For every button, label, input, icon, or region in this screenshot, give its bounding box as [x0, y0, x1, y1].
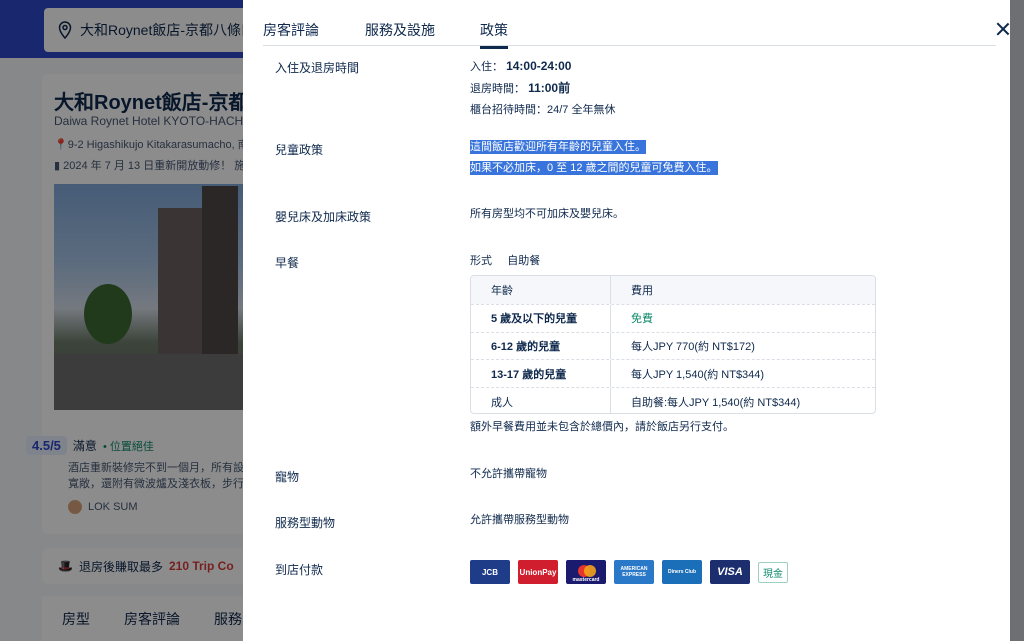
mastercard-circle-orange [584, 565, 596, 577]
checkout-time: 11:00前 [528, 81, 571, 95]
children-values: 這間飯店歡迎所有年齡的兒童入住。 如果不必加床，0 至 12 歲之間的兒童可免費… [470, 137, 718, 179]
pets-value: 不允許攜帶寵物 [470, 468, 547, 480]
row-age: 13-17 歲的兒童 [471, 360, 611, 388]
row-age: 5 歲及以下的兒童 [471, 304, 611, 332]
service-animals-label: 服務型動物 [275, 516, 336, 530]
table-row: 13-17 歲的兒童 每人JPY 1,540(約 NT$344) [471, 359, 875, 388]
checkin-prefix: 入住： [470, 61, 503, 73]
visa-card-icon: VISA [710, 560, 750, 584]
breakfast-type-label: 形式 [470, 255, 492, 267]
service-animals-value: 允許攜帶服務型動物 [470, 514, 569, 526]
checkin-time: 14:00-24:00 [506, 59, 572, 73]
row-age: 成人 [471, 388, 611, 413]
children-line-1: 這間飯店歡迎所有年齡的兒童入住。 [470, 140, 646, 154]
pets-label: 寵物 [275, 470, 300, 484]
tab-policy[interactable]: 政策 [480, 20, 508, 49]
tab-facilities[interactable]: 服務及設施 [365, 20, 435, 40]
row-fee: 免費 [631, 313, 653, 326]
diners-text: Diners Club [667, 569, 697, 575]
amex-card-icon: AMERICAN EXPRESS [614, 560, 654, 584]
unionpay-card-icon: UnionPay [518, 560, 558, 584]
row-fee: 自助餐:每人JPY 1,540(約 NT$344) [631, 396, 801, 409]
table-row: 成人 自助餐:每人JPY 1,540(約 NT$344) [471, 387, 875, 413]
checkin-label: 入住及退房時間 [275, 61, 360, 75]
diners-card-icon: Diners Club [662, 560, 702, 584]
breakfast-table: 年齡 費用 5 歲及以下的兒童 免費 6-12 歲的兒童 每人JPY 770(約… [470, 275, 876, 414]
tab-reviews[interactable]: 房客評論 [263, 20, 319, 40]
breakfast-type-value: 自助餐 [507, 255, 541, 267]
row-fee: 每人JPY 1,540(約 NT$344) [631, 368, 765, 381]
children-line-2: 如果不必加床，0 至 12 歲之間的兒童可免費入住。 [470, 161, 718, 175]
checkout-prefix: 退房時間： [470, 83, 525, 95]
table-row: 5 歲及以下的兒童 免費 [471, 303, 875, 332]
children-label: 兒童政策 [275, 143, 324, 157]
policy-modal: 房客評論 服務及設施 政策 入住及退房時間 入住： 14:00-24:00 退房… [243, 0, 1010, 641]
row-fee: 每人JPY 770(約 NT$172) [631, 340, 755, 353]
mastercard-text: mastercard [572, 577, 600, 583]
breakfast-type: 形式 自助餐 [470, 251, 540, 272]
modal-tabs: 房客評論 服務及設施 政策 [263, 0, 996, 49]
cash-badge: 現金 [758, 561, 788, 583]
mastercard-card-icon: mastercard [566, 560, 606, 584]
amex-text: AMERICAN EXPRESS [620, 566, 648, 578]
payment-methods: JCB UnionPay mastercard AMERICAN EXPRESS… [470, 560, 788, 584]
table-row: 6-12 歲的兒童 每人JPY 770(約 NT$172) [471, 331, 875, 360]
breakfast-label: 早餐 [275, 256, 300, 270]
breakfast-note: 額外早餐費用並未包含於總價內，請於飯店另行支付。 [470, 421, 734, 433]
close-icon[interactable] [994, 20, 1010, 38]
row-age: 6-12 歲的兒童 [471, 332, 611, 360]
scrollbar[interactable] [1010, 0, 1024, 641]
crib-value: 所有房型均不可加床及嬰兒床。 [470, 208, 624, 220]
crib-label: 嬰兒床及加床政策 [275, 210, 372, 224]
payment-label: 到店付款 [275, 563, 324, 577]
table-header: 年齡 費用 [471, 276, 875, 304]
jcb-card-icon: JCB [470, 560, 510, 584]
frontdesk-hours: 櫃台招待時間：24/7 全年無休 [470, 104, 616, 116]
header-fee: 費用 [631, 284, 653, 297]
checkin-values: 入住： 14:00-24:00 退房時間： 11:00前 櫃台招待時間：24/7… [470, 56, 615, 121]
header-age: 年齡 [471, 276, 611, 304]
